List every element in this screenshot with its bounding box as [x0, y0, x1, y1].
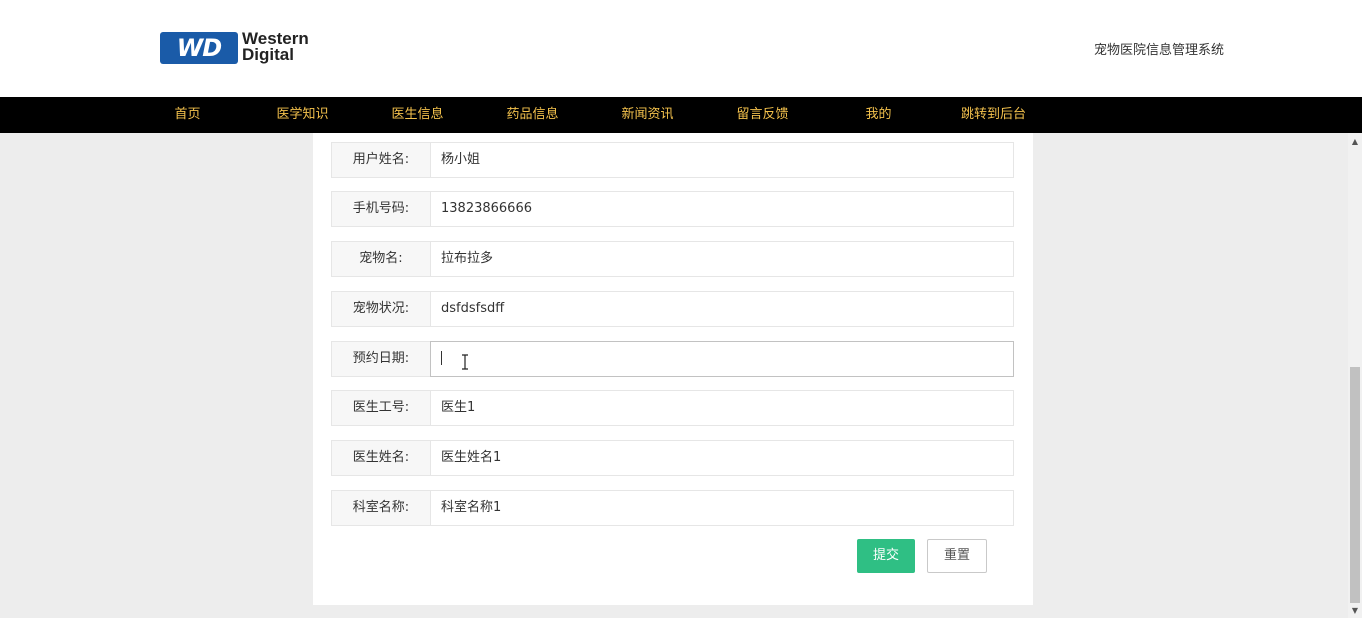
form-row-doctor-id: 医生工号: 医生1: [331, 390, 1015, 426]
department-label: 科室名称:: [331, 490, 431, 526]
site-title: 宠物医院信息管理系统: [1093, 43, 1224, 58]
appointment-date-input[interactable]: [430, 341, 1014, 377]
nav-item-mine[interactable]: 我的: [821, 97, 936, 133]
appointment-form-panel: 用户姓名: 杨小姐 手机号码: 13823866666 宠物名: 拉布拉多 宠物…: [313, 133, 1033, 605]
nav-item-medicine-info[interactable]: 药品信息: [475, 97, 590, 133]
nav-item-news[interactable]: 新闻资讯: [590, 97, 705, 133]
appointment-date-label: 预约日期:: [331, 341, 431, 377]
department-input[interactable]: 科室名称1: [430, 490, 1014, 526]
text-caret: [441, 350, 442, 365]
phone-label: 手机号码:: [331, 191, 431, 227]
user-name-label: 用户姓名:: [331, 142, 431, 178]
form-row-phone: 手机号码: 13823866666: [331, 191, 1015, 227]
form-row-department: 科室名称: 科室名称1: [331, 490, 1015, 526]
pet-condition-input[interactable]: dsfdsfsdff: [430, 291, 1014, 327]
doctor-name-input[interactable]: 医生姓名1: [430, 440, 1014, 476]
user-name-input[interactable]: 杨小姐: [430, 142, 1014, 178]
phone-input[interactable]: 13823866666: [430, 191, 1014, 227]
doctor-id-label: 医生工号:: [331, 390, 431, 426]
form-row-appointment-date: 预约日期:: [331, 341, 1015, 377]
form-row-pet-condition: 宠物状况: dsfdsfsdff: [331, 291, 1015, 327]
nav-item-home[interactable]: 首页: [130, 97, 245, 133]
site-header: WD Western Digital 宠物医院信息管理系统: [0, 0, 1362, 97]
doctor-name-label: 医生姓名:: [331, 440, 431, 476]
main-nav: 首页 医学知识 医生信息 药品信息 新闻资讯 留言反馈 我的 跳转到后台: [0, 97, 1362, 133]
doctor-id-input[interactable]: 医生1: [430, 390, 1014, 426]
form-row-user-name: 用户姓名: 杨小姐: [331, 142, 1015, 178]
wd-logo-mark: WD: [160, 32, 238, 64]
nav-item-doctor-info[interactable]: 医生信息: [360, 97, 475, 133]
scroll-down-arrow-icon[interactable]: ▼: [1348, 604, 1362, 618]
reset-button[interactable]: 重置: [927, 539, 987, 573]
western-digital-logo[interactable]: WD Western Digital: [160, 30, 330, 67]
form-row-pet-name: 宠物名: 拉布拉多: [331, 241, 1015, 277]
ibeam-cursor-icon: [462, 354, 468, 370]
submit-button[interactable]: 提交: [857, 539, 915, 573]
form-row-doctor-name: 医生姓名: 医生姓名1: [331, 440, 1015, 476]
logo-line-2: Digital: [242, 45, 294, 64]
pet-name-label: 宠物名:: [331, 241, 431, 277]
nav-item-medical-knowledge[interactable]: 医学知识: [245, 97, 360, 133]
pet-name-input[interactable]: 拉布拉多: [430, 241, 1014, 277]
nav-item-feedback[interactable]: 留言反馈: [705, 97, 820, 133]
logo-wordmark: Western Digital: [242, 30, 309, 64]
scroll-up-arrow-icon[interactable]: ▲: [1348, 135, 1362, 149]
nav-item-admin[interactable]: 跳转到后台: [936, 97, 1051, 133]
scrollbar-thumb[interactable]: [1350, 367, 1360, 603]
pet-condition-label: 宠物状况:: [331, 291, 431, 327]
page-scrollbar[interactable]: ▲ ▼: [1348, 133, 1362, 618]
